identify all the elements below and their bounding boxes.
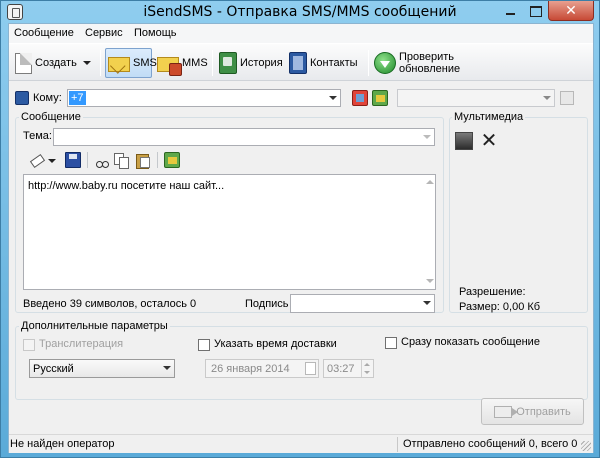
chevron-down-icon[interactable]: [419, 295, 434, 312]
scroll-up-icon[interactable]: [425, 178, 434, 187]
delivery-date-picker[interactable]: 26 января 2014: [205, 359, 319, 378]
app-window: iSendSMS - Отправка SMS/MMS сообщений ✕ …: [0, 0, 600, 458]
history-book-icon: [219, 52, 237, 74]
mms-button[interactable]: MMS: [157, 48, 208, 78]
message-text: http://www.baby.ru посетите наш сайт...: [28, 180, 225, 192]
copy-icon[interactable]: [113, 152, 129, 169]
create-button[interactable]: Создать: [13, 48, 97, 78]
status-operator: Не найден оператор: [10, 438, 115, 450]
menu-bar: Сообщение Сервис Помощь: [9, 24, 593, 43]
size-label: Размер: 0,00 Кб: [459, 301, 541, 313]
chevron-down-icon[interactable]: [325, 90, 340, 106]
maximize-button[interactable]: [523, 1, 548, 21]
toolbar-separator: [368, 50, 369, 76]
paste-icon[interactable]: [135, 152, 151, 169]
contacts-label: Контакты: [310, 57, 358, 69]
add-contact-icon[interactable]: [352, 90, 368, 106]
time-spinner[interactable]: [361, 360, 373, 377]
toolbar-separator: [212, 50, 213, 76]
operator-icon[interactable]: [560, 91, 574, 105]
transliteration-checkbox[interactable]: [23, 339, 35, 351]
history-label: История: [240, 57, 283, 69]
menu-service[interactable]: Сервис: [85, 27, 123, 39]
recipient-value: +7: [69, 91, 86, 105]
calendar-icon[interactable]: [305, 362, 316, 375]
create-label: Создать: [35, 57, 77, 69]
delivery-date-value: 26 января 2014: [211, 363, 290, 375]
editor-toolbar-separator: [157, 152, 158, 168]
send-label: Отправить: [516, 405, 571, 418]
show-immediately-checkbox[interactable]: [385, 337, 397, 349]
download-globe-icon: [374, 52, 396, 74]
subject-label: Тема:: [23, 130, 52, 142]
language-value: Русский: [33, 363, 74, 375]
history-button[interactable]: История: [219, 48, 285, 78]
show-immediately-label: Сразу показать сообщение: [401, 336, 540, 348]
send-button[interactable]: Отправить: [481, 398, 584, 425]
close-button[interactable]: ✕: [548, 1, 594, 21]
new-document-icon: [15, 52, 32, 74]
delivery-time-checkbox[interactable]: [198, 339, 210, 351]
mms-label: MMS: [182, 57, 208, 69]
recipient-book-icon: [15, 91, 29, 105]
check-update-button[interactable]: Проверить обновление: [374, 48, 509, 78]
delete-icon[interactable]: ✕: [479, 131, 499, 151]
multimedia-group-title: Мультимедиа: [452, 111, 526, 123]
chevron-down-icon[interactable]: [159, 360, 174, 377]
sms-button[interactable]: SMS: [105, 48, 157, 78]
message-textarea[interactable]: http://www.baby.ru посетите наш сайт...: [23, 174, 436, 290]
operator-combobox[interactable]: [397, 89, 555, 107]
client-area: Сообщение Сервис Помощь Создать SMS MMS: [8, 23, 594, 453]
status-bar: Не найден оператор Отправлено сообщений …: [9, 434, 593, 453]
toolbar-separator: [100, 50, 101, 76]
recipient-combobox[interactable]: +7: [67, 89, 341, 107]
signature-combobox[interactable]: [290, 294, 435, 313]
character-counter: Введено 39 символов, осталось 0: [23, 298, 197, 310]
scroll-down-icon[interactable]: [425, 277, 434, 286]
status-separator: [397, 437, 398, 452]
delivery-time-input[interactable]: 03:27: [323, 359, 374, 378]
chevron-down-icon[interactable]: [419, 129, 434, 145]
menu-message[interactable]: Сообщение: [14, 27, 74, 39]
status-sent-count: Отправлено сообщений 0, всего 0: [403, 438, 578, 450]
recipient-label: Кому:: [33, 92, 62, 104]
transliteration-label: Транслитерация: [39, 338, 124, 350]
cut-icon[interactable]: [94, 152, 110, 168]
title-bar[interactable]: iSendSMS - Отправка SMS/MMS сообщений ✕: [1, 1, 599, 23]
sms-envelope-icon: [108, 57, 130, 72]
contact-group-icon[interactable]: [372, 90, 388, 106]
editor-toolbar-separator: [87, 152, 88, 168]
sms-label: SMS: [133, 57, 157, 69]
signature-label: Подпись: [245, 298, 289, 310]
contacts-button[interactable]: Контакты: [289, 48, 364, 78]
delivery-time-label: Указать время доставки: [214, 338, 337, 350]
resolution-label: Разрешение:: [459, 286, 526, 298]
image-icon[interactable]: [455, 132, 473, 150]
save-icon[interactable]: [65, 152, 81, 168]
options-group-title: Дополнительные параметры: [19, 320, 170, 332]
menu-help[interactable]: Помощь: [134, 27, 177, 39]
message-scrollbar[interactable]: [424, 175, 435, 289]
check-update-label: Проверить обновление: [399, 51, 461, 75]
message-group-title: Сообщение: [19, 111, 83, 123]
eraser-icon[interactable]: [29, 152, 45, 168]
minimize-button[interactable]: [498, 1, 523, 21]
language-select[interactable]: Русский: [29, 359, 175, 378]
delivery-time-value: 03:27: [327, 363, 355, 375]
template-icon[interactable]: [164, 152, 180, 168]
contacts-book-icon: [289, 52, 307, 74]
send-icon: [494, 405, 519, 418]
main-toolbar: Создать SMS MMS История Контакты Провери…: [9, 43, 593, 81]
resize-grip[interactable]: [581, 441, 591, 451]
subject-input[interactable]: [53, 128, 435, 146]
chevron-down-icon[interactable]: [82, 59, 91, 67]
chevron-down-icon[interactable]: [539, 90, 554, 106]
chevron-down-icon[interactable]: [48, 152, 56, 168]
mms-envelope-icon: [157, 57, 182, 76]
